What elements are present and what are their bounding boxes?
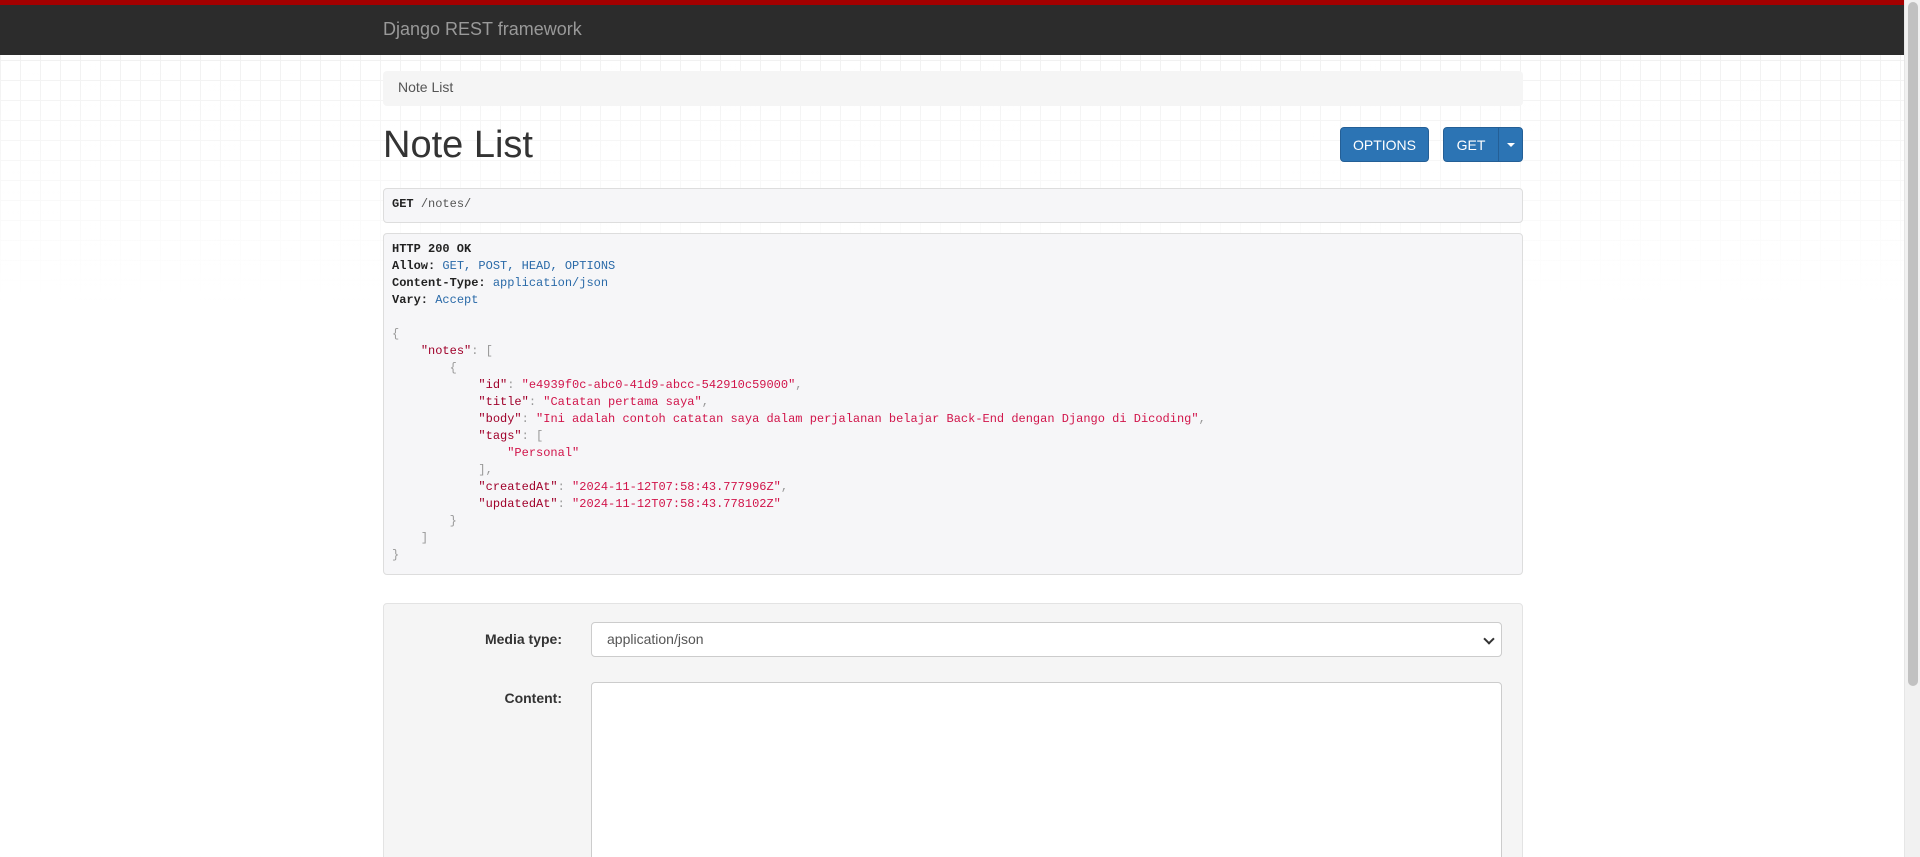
json-key: "body" bbox=[478, 412, 522, 426]
request-method: GET bbox=[392, 197, 414, 211]
content-textarea[interactable] bbox=[591, 682, 1502, 857]
header-key: Content-Type: bbox=[392, 276, 486, 290]
header-value-vary[interactable]: Accept bbox=[435, 293, 478, 307]
options-button[interactable]: OPTIONS bbox=[1340, 127, 1429, 162]
main-container: Note List Note List OPTIONS GET GET /not… bbox=[383, 55, 1523, 857]
request-info: GET /notes/ bbox=[383, 188, 1523, 223]
json-key: "notes" bbox=[420, 344, 472, 358]
json-key: "updatedAt" bbox=[478, 497, 558, 511]
get-button[interactable]: GET bbox=[1443, 127, 1499, 162]
content-label: Content: bbox=[504, 690, 562, 706]
header-key: Vary: bbox=[392, 293, 429, 307]
json-value-id: "e4939f0c-abc0-41d9-abcc-542910c59000" bbox=[521, 378, 796, 392]
json-value-tag: "Personal" bbox=[507, 446, 580, 460]
brand-link[interactable]: Django REST framework bbox=[383, 19, 582, 40]
breadcrumb: Note List bbox=[383, 71, 1523, 106]
page-title: Note List bbox=[383, 124, 533, 166]
json-value-created-at: "2024-11-12T07:58:43.777996Z" bbox=[572, 480, 781, 494]
media-type-select[interactable]: application/json bbox=[591, 622, 1502, 657]
page-header: Note List OPTIONS GET bbox=[383, 106, 1523, 188]
scrollbar-thumb[interactable] bbox=[1908, 2, 1918, 686]
json-key: "createdAt" bbox=[478, 480, 558, 494]
request-path: /notes/ bbox=[420, 197, 472, 211]
json-value-body: "Ini adalah contoh catatan saya dalam pe… bbox=[536, 412, 1199, 426]
media-type-selected-value: application/json bbox=[607, 631, 704, 647]
json-value-updated-at: "2024-11-12T07:58:43.778102Z" bbox=[572, 497, 781, 511]
get-format-dropdown-toggle[interactable] bbox=[1498, 127, 1523, 162]
vertical-scrollbar[interactable] bbox=[1904, 0, 1920, 857]
caret-down-icon bbox=[1506, 142, 1515, 147]
json-value-title: "Catatan pertama saya" bbox=[543, 395, 702, 409]
media-type-label: Media type: bbox=[484, 631, 562, 647]
header-value-allow[interactable]: GET, POST, HEAD, OPTIONS bbox=[442, 259, 615, 273]
chevron-down-icon bbox=[1483, 633, 1495, 645]
header-value-content-type[interactable]: application/json bbox=[493, 276, 608, 290]
json-key: "title" bbox=[478, 395, 529, 409]
raw-data-form: Media type: application/json Content: bbox=[383, 603, 1523, 857]
navbar: Django REST framework bbox=[0, 0, 1904, 55]
response-info: HTTP 200 OK Allow: GET, POST, HEAD, OPTI… bbox=[383, 233, 1523, 575]
json-key: "tags" bbox=[478, 429, 522, 443]
header-key: Allow: bbox=[392, 259, 436, 273]
breadcrumb-item-note-list: Note List bbox=[398, 79, 454, 95]
json-key: "id" bbox=[478, 378, 508, 392]
response-status: HTTP 200 OK bbox=[392, 242, 472, 256]
